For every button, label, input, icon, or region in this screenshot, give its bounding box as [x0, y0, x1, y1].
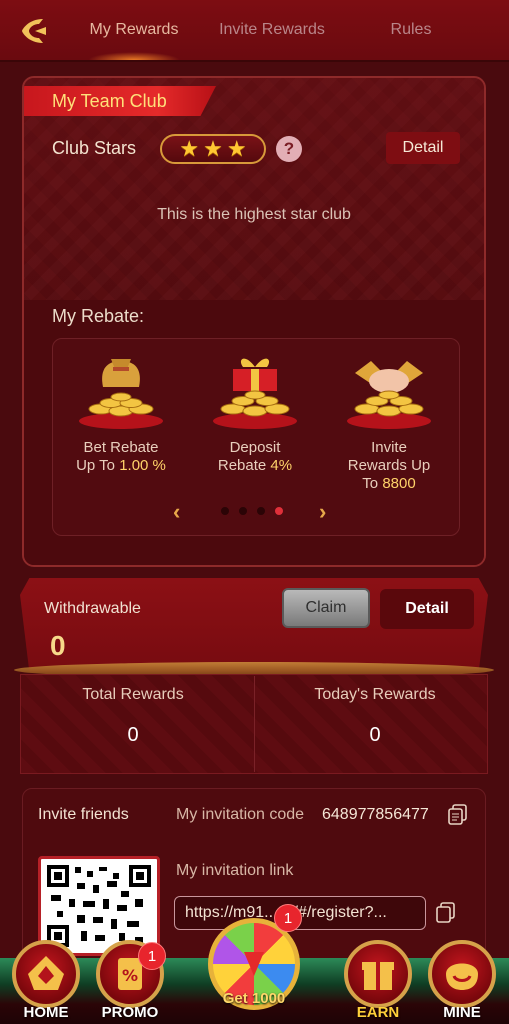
- nav-promo-label: PROMO: [101, 1004, 159, 1021]
- nav-earn[interactable]: EARN: [340, 940, 416, 1021]
- rebate-bet-value: 1.00 %: [119, 457, 166, 474]
- total-rewards-label: Total Rewards: [82, 686, 184, 703]
- spin-badge: 1: [274, 904, 302, 932]
- tab-rules[interactable]: Rules: [370, 0, 452, 60]
- tab-my-rewards[interactable]: My Rewards: [78, 0, 190, 60]
- gift-box-icon: [207, 347, 303, 431]
- gift-icon: [344, 940, 412, 1008]
- chevron-right-icon[interactable]: ›: [319, 499, 326, 525]
- rebate-item-deposit: Deposit Rebate 4%: [195, 347, 315, 475]
- carousel-controls: ‹ ›: [53, 499, 459, 524]
- rebate-invite-line2: Rewards Up: [347, 457, 431, 474]
- carousel-dot[interactable]: [221, 507, 229, 515]
- top-bar: My Rewards Invite Rewards Rules: [0, 0, 509, 62]
- rewards-divider: [254, 676, 255, 772]
- copy-code-icon[interactable]: [448, 804, 468, 826]
- star-icon: ★: [203, 136, 223, 161]
- rebate-invite-prefix: To: [362, 475, 383, 492]
- invite-friends-label: Invite friends: [38, 806, 129, 823]
- nav-home[interactable]: HOME: [8, 940, 84, 1021]
- invitation-code-label: My invitation code: [176, 806, 305, 823]
- star-icon: ★: [226, 136, 247, 161]
- carousel-dot[interactable]: [257, 507, 265, 515]
- team-club-card: My Team Club Club Stars ★ ★ ★ ? Detail T…: [22, 76, 486, 567]
- spin-label[interactable]: Get 1000: [200, 990, 308, 1007]
- star-icon: ★: [179, 136, 200, 161]
- club-status-text: This is the highest star club: [157, 206, 351, 223]
- total-rewards-value: 0: [127, 724, 139, 746]
- club-title-ribbon: My Team Club: [24, 86, 216, 116]
- rebate-bet-prefix: Up To: [76, 457, 120, 474]
- rebate-carousel: Bet Rebate Up To 1.00 % Deposit Rebate 4…: [52, 338, 460, 536]
- rebate-title: My Rebate:: [52, 306, 145, 326]
- home-icon: [12, 940, 80, 1008]
- rebate-deposit-value: 4%: [270, 457, 293, 474]
- tab-invite-rewards[interactable]: Invite Rewards: [208, 0, 336, 60]
- svg-text:%: %: [122, 966, 138, 985]
- handshake-icon: [341, 347, 437, 431]
- rebate-item-invite: Invite Rewards Up To 8800: [329, 347, 449, 493]
- claim-button[interactable]: Claim: [282, 588, 370, 628]
- today-rewards-value: 0: [369, 724, 381, 746]
- nav-promo[interactable]: % PROMO 1: [92, 940, 168, 1021]
- invitation-link-label: My invitation link: [176, 862, 294, 879]
- back-icon[interactable]: [18, 14, 52, 48]
- club-stars-rating: ★ ★ ★: [160, 134, 266, 164]
- help-icon[interactable]: ?: [276, 136, 302, 162]
- withdraw-label: Withdrawable: [44, 600, 141, 617]
- rebate-bet-line1: Bet Rebate: [83, 439, 159, 456]
- club-stars-label: Club Stars: [52, 138, 137, 158]
- mine-icon: [428, 940, 496, 1008]
- copy-link-icon[interactable]: [436, 902, 456, 924]
- nav-earn-label: EARN: [356, 1004, 400, 1021]
- money-bag-icon: [73, 347, 169, 431]
- rebate-deposit-line1: Deposit: [229, 439, 281, 456]
- carousel-dot-active[interactable]: [275, 507, 283, 515]
- carousel-dots: [221, 507, 283, 515]
- nav-home-label: HOME: [23, 1004, 69, 1021]
- promo-badge: 1: [138, 942, 166, 970]
- withdraw-amount: 0: [50, 630, 66, 661]
- rebate-item-bet: Bet Rebate Up To 1.00 %: [61, 347, 181, 475]
- club-detail-button[interactable]: Detail: [386, 132, 460, 164]
- chevron-left-icon[interactable]: ‹: [173, 499, 180, 525]
- withdraw-detail-button[interactable]: Detail: [380, 589, 474, 629]
- today-rewards-label: Today's Rewards: [314, 686, 436, 703]
- invitation-code: 648977856477: [322, 806, 429, 823]
- rebate-invite-line1: Invite: [371, 439, 407, 456]
- carousel-dot[interactable]: [239, 507, 247, 515]
- rebate-invite-value: 8800: [382, 475, 416, 492]
- rebate-deposit-prefix: Rebate: [217, 457, 271, 474]
- nav-mine-label: MINE: [443, 1004, 481, 1021]
- nav-mine[interactable]: MINE: [424, 940, 500, 1021]
